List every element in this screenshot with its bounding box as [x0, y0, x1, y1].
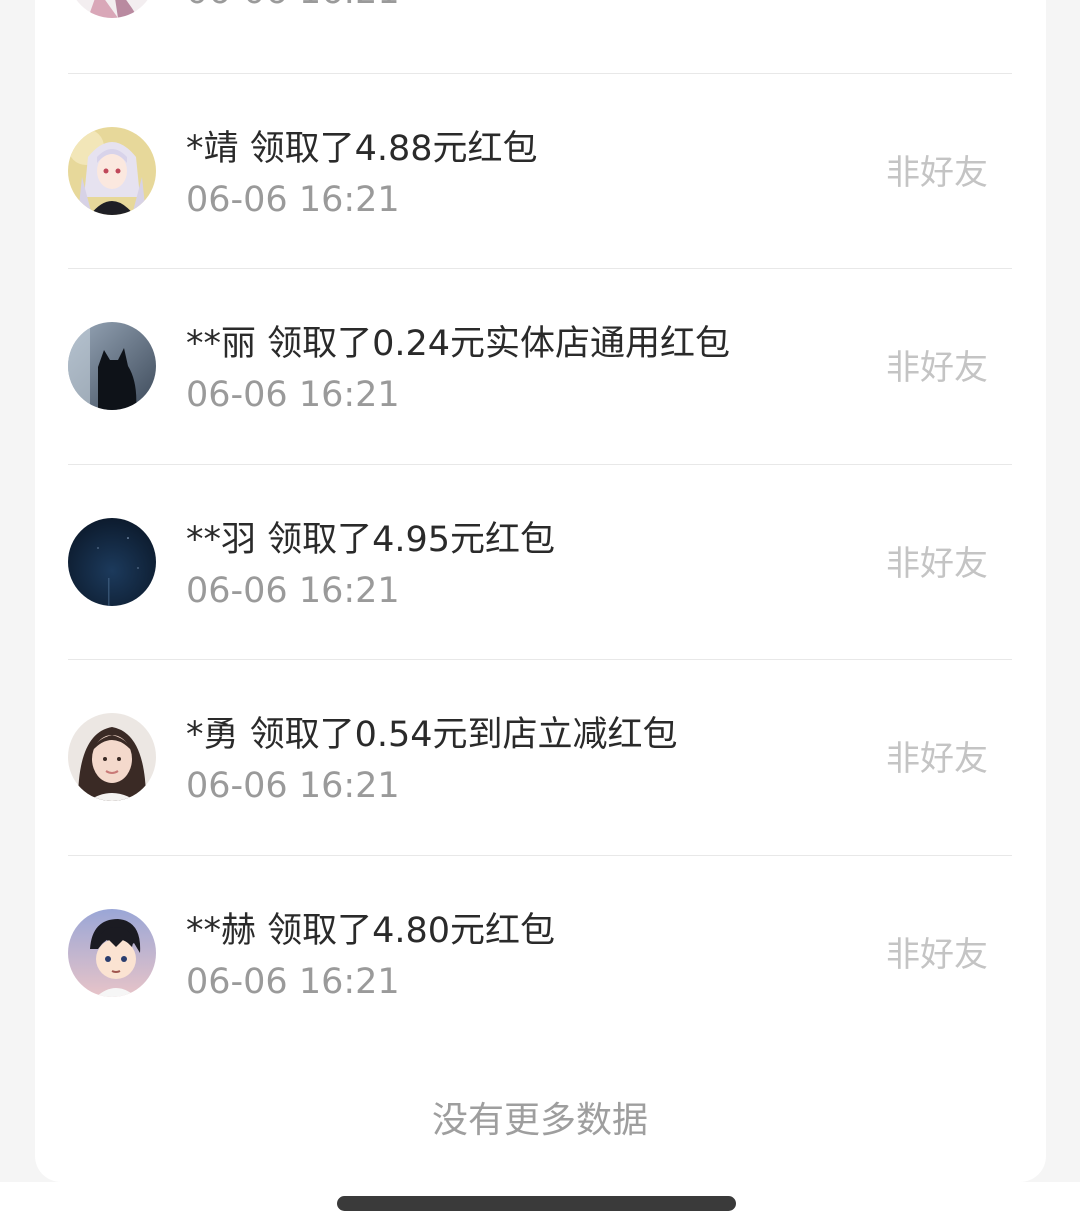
- record-title: **羽 领取了4.95元红包: [186, 520, 556, 560]
- home-indicator[interactable]: [337, 1196, 736, 1211]
- avatar[interactable]: [68, 518, 156, 606]
- record-title: *勇 领取了0.54元到店立减红包: [186, 715, 678, 755]
- relation-tag: 非好友: [886, 348, 988, 388]
- black-cat-avatar-icon: [68, 322, 156, 410]
- divider: [68, 855, 1012, 856]
- list-item[interactable]: **丽 领取了0.24元实体店通用红包 06-06 16:21 非好友: [68, 268, 1012, 463]
- record-time: 06-06 16:21: [186, 0, 400, 14]
- divider: [68, 268, 1012, 269]
- avatar[interactable]: [68, 127, 156, 215]
- night-sky-avatar-icon: [68, 518, 156, 606]
- anime-girl-avatar-icon: [68, 127, 156, 215]
- anime-boy-avatar-icon: [68, 909, 156, 997]
- divider: [68, 659, 1012, 660]
- record-title: **丽 领取了0.24元实体店通用红包: [186, 324, 731, 364]
- record-time: 06-06 16:21: [186, 180, 400, 220]
- list-item[interactable]: *靖 领取了4.88元红包 06-06 16:21 非好友: [68, 73, 1012, 268]
- avatar[interactable]: [68, 909, 156, 997]
- list-item[interactable]: **赫 领取了4.80元红包 06-06 16:21 非好友: [68, 855, 1012, 1050]
- girl-photo-avatar-icon: [68, 713, 156, 801]
- relation-tag: 非好友: [886, 153, 988, 193]
- record-time: 06-06 16:21: [186, 571, 400, 611]
- record-time: 06-06 16:21: [186, 962, 400, 1002]
- divider: [68, 464, 1012, 465]
- record-time: 06-06 16:21: [186, 375, 400, 415]
- divider: [68, 73, 1012, 74]
- list-item[interactable]: *勇 领取了0.54元到店立减红包 06-06 16:21 非好友: [68, 659, 1012, 854]
- record-time: 06-06 16:21: [186, 766, 400, 806]
- relation-tag: 非好友: [886, 935, 988, 975]
- record-title: **赫 领取了4.80元红包: [186, 911, 556, 951]
- avatar[interactable]: [68, 322, 156, 410]
- record-title: *靖 领取了4.88元红包: [186, 129, 538, 169]
- avatar[interactable]: [68, 713, 156, 801]
- no-more-data-text: 没有更多数据: [431, 1100, 648, 1141]
- relation-tag: 非好友: [886, 544, 988, 584]
- relation-tag: 非好友: [886, 739, 988, 779]
- list-item[interactable]: **羽 领取了4.95元红包 06-06 16:21 非好友: [68, 464, 1012, 659]
